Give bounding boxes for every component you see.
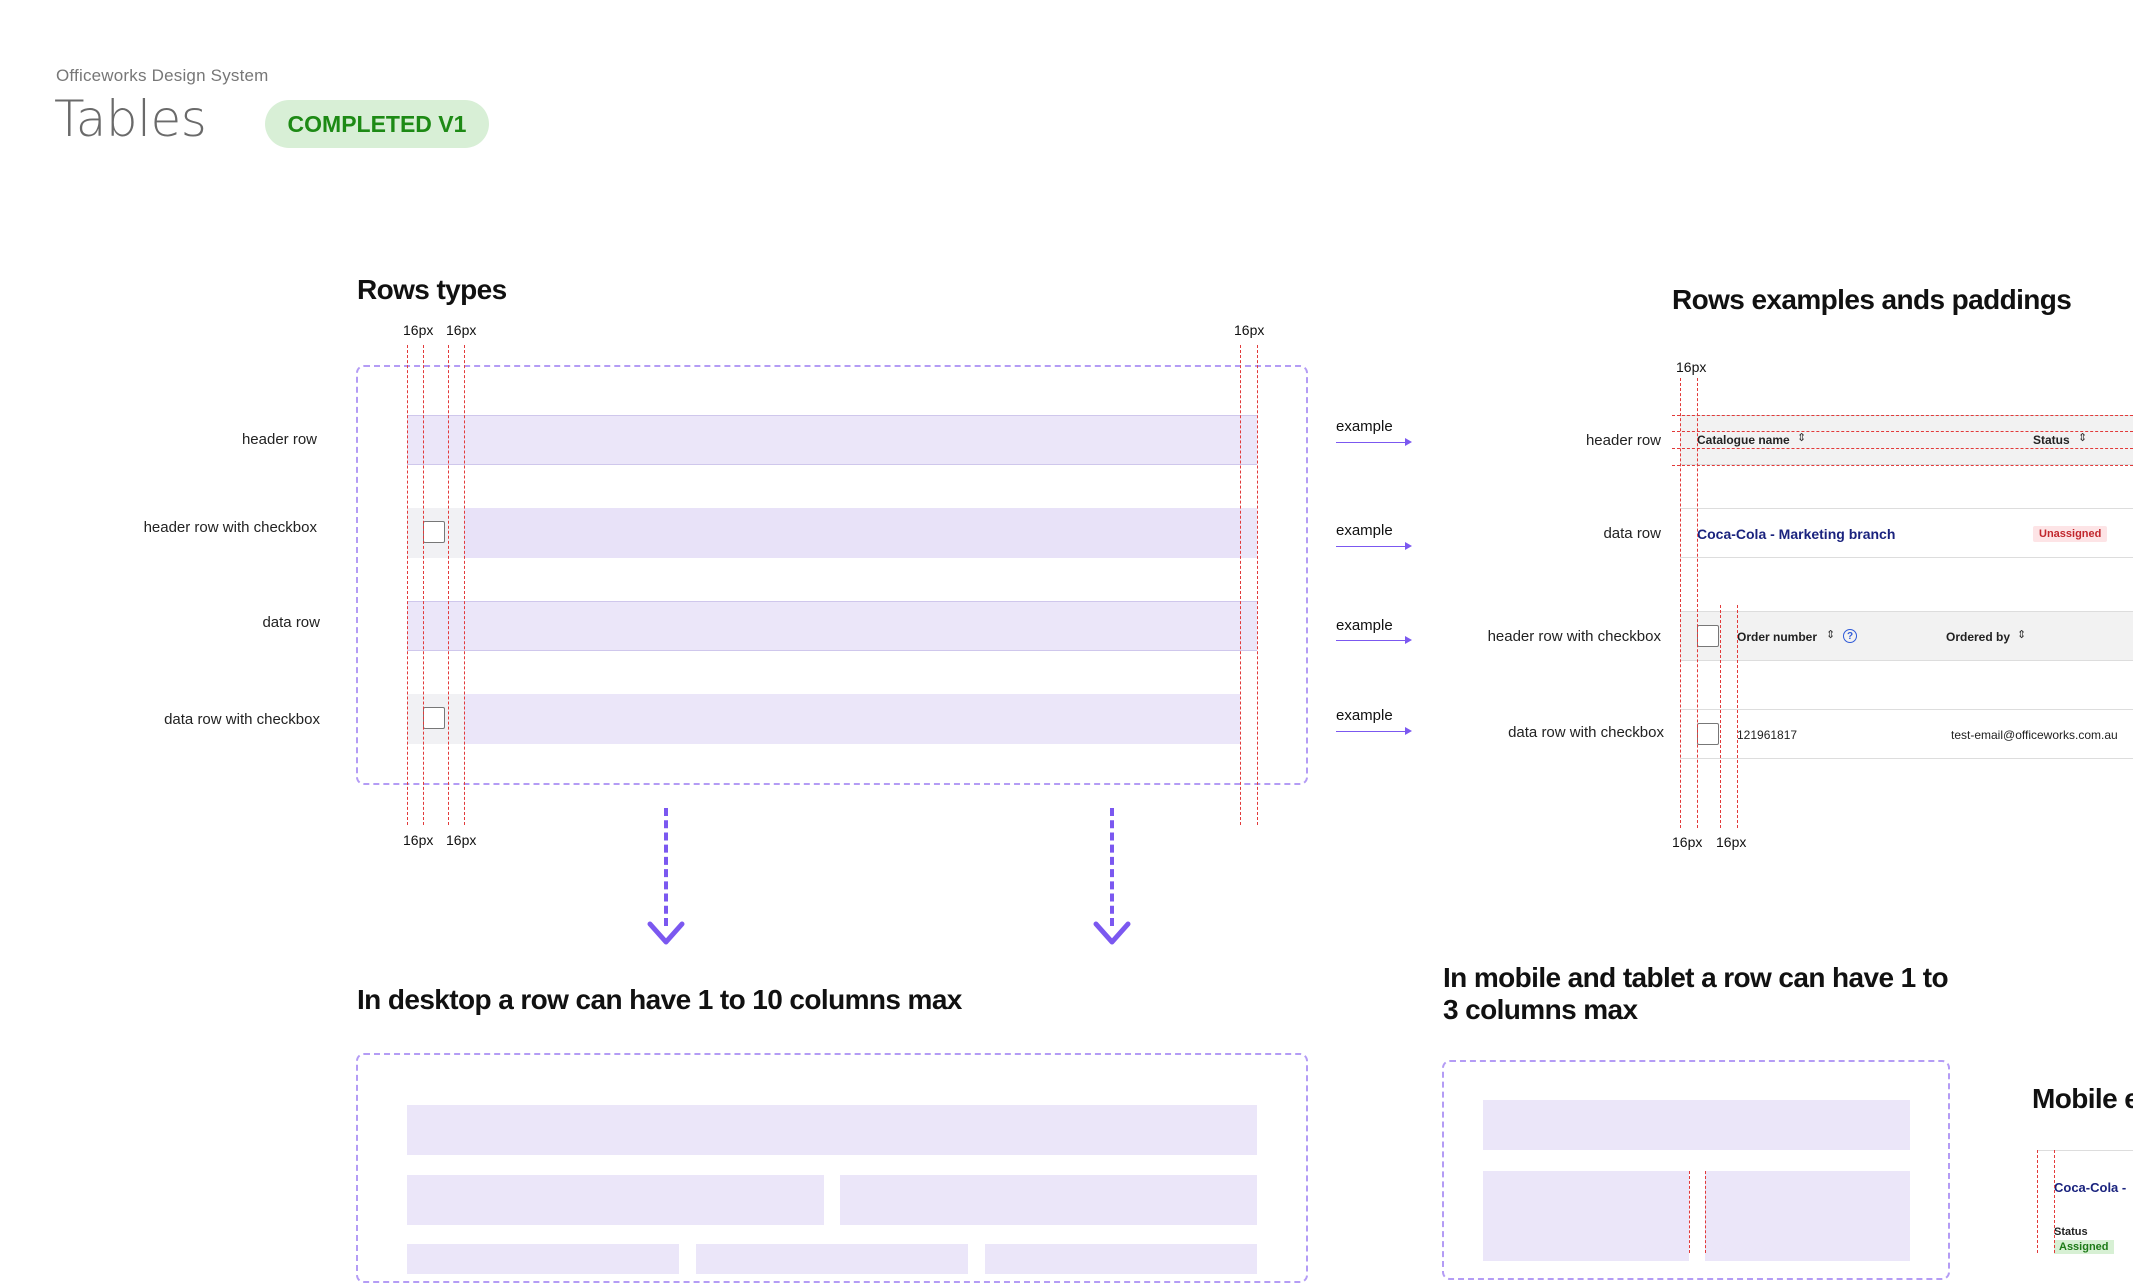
column-header-status[interactable]: Status bbox=[2033, 433, 2070, 447]
desktop-row-1-col bbox=[407, 1105, 1257, 1155]
label-header-row: header row bbox=[241, 431, 317, 448]
guide-line bbox=[423, 345, 424, 825]
guide-line bbox=[1672, 431, 2133, 432]
guide-line bbox=[1697, 378, 1698, 828]
status-label: Status bbox=[2054, 1226, 2088, 1238]
section-title-desktop: In desktop a row can have 1 to 10 column… bbox=[357, 984, 962, 1015]
label-data-row: data row bbox=[1603, 525, 1661, 542]
guide-line bbox=[2054, 1150, 2055, 1253]
guide-line bbox=[1240, 345, 1241, 825]
desktop-row-3-col bbox=[985, 1244, 1257, 1274]
spacing-label: 16px bbox=[1672, 834, 1703, 850]
status-badge: COMPLETED V1 bbox=[265, 100, 489, 148]
arrow-right-icon bbox=[1336, 546, 1406, 547]
section-title-rows-examples: Rows examples ands paddings bbox=[1672, 284, 2072, 315]
brand-name: Officeworks Design System bbox=[56, 66, 269, 85]
guide-line bbox=[1737, 605, 1738, 828]
desktop-row-2-col bbox=[407, 1175, 824, 1225]
guide-line bbox=[1720, 605, 1721, 828]
guide-line bbox=[464, 345, 465, 825]
checkbox-icon[interactable] bbox=[1697, 723, 1719, 745]
example-label: example bbox=[1336, 522, 1393, 539]
guide-line bbox=[1672, 415, 2133, 416]
order-number-cell: 121961817 bbox=[1737, 728, 1798, 742]
data-row-checkbox-sample bbox=[464, 694, 1240, 744]
checkbox-icon bbox=[423, 521, 445, 543]
header-row-sample bbox=[407, 415, 1257, 465]
sort-icon[interactable]: ⇕ bbox=[2017, 628, 2026, 641]
sort-icon[interactable]: ⇕ bbox=[2078, 431, 2087, 444]
column-header-catalogue[interactable]: Catalogue name bbox=[1697, 433, 1790, 447]
checkbox-icon bbox=[423, 707, 445, 729]
guide-line bbox=[1672, 448, 2133, 449]
status-badge: Assigned bbox=[2054, 1240, 2114, 1254]
spacing-label: 16px bbox=[446, 322, 477, 338]
desktop-row-2-col bbox=[840, 1175, 1257, 1225]
arrow-right-icon bbox=[1336, 640, 1406, 641]
email-cell: test-email@officeworks.com.au bbox=[1951, 728, 2118, 742]
desktop-row-3-col bbox=[696, 1244, 968, 1274]
spacing-label: 16px bbox=[446, 832, 477, 848]
guide-line bbox=[1705, 1171, 1706, 1253]
column-header-ordered-by[interactable]: Ordered by bbox=[1946, 630, 2010, 644]
mobile-example-card bbox=[2037, 1150, 2133, 1254]
guide-line bbox=[407, 345, 408, 825]
desktop-row-3-col bbox=[407, 1244, 679, 1274]
column-header-order-number[interactable]: Order number bbox=[1737, 630, 1817, 644]
chevron-down-icon bbox=[647, 921, 685, 945]
catalogue-link[interactable]: Coca-Cola - Marketing branch bbox=[1697, 526, 1895, 542]
arrow-down-icon bbox=[1110, 808, 1114, 926]
label-data-row: data row bbox=[262, 614, 320, 631]
checkbox-icon[interactable] bbox=[1697, 625, 1719, 647]
section-title-rows-types: Rows types bbox=[357, 274, 507, 305]
label-data-row-checkbox: data row with checkbox bbox=[1508, 724, 1664, 741]
label-header-row-checkbox: header row with checkbox bbox=[1487, 628, 1661, 645]
guide-line bbox=[2037, 1150, 2038, 1253]
guide-line bbox=[1689, 1171, 1690, 1253]
guide-line bbox=[1680, 378, 1681, 828]
mobile-row-2-col bbox=[1705, 1171, 1910, 1261]
arrow-right-icon bbox=[1336, 731, 1406, 732]
label-header-row: header row bbox=[1585, 432, 1661, 449]
example-label: example bbox=[1336, 617, 1393, 634]
guide-line bbox=[1257, 345, 1258, 825]
sort-icon[interactable]: ⇕ bbox=[1797, 431, 1806, 444]
label-header-row-checkbox: header row with checkbox bbox=[143, 519, 317, 536]
catalogue-link[interactable]: Coca-Cola - bbox=[2054, 1180, 2126, 1195]
section-title-mobile: In mobile and tablet a row can have 1 to… bbox=[1443, 962, 1949, 1025]
spacing-label: 16px bbox=[403, 832, 434, 848]
guide-line bbox=[1672, 465, 2133, 466]
arrow-right-icon bbox=[1336, 442, 1406, 443]
spacing-label: 16px bbox=[1234, 322, 1265, 338]
mobile-row-2-col bbox=[1483, 1171, 1689, 1261]
label-data-row-checkbox: data row with checkbox bbox=[164, 711, 320, 728]
example-label: example bbox=[1336, 707, 1393, 724]
example-label: example bbox=[1336, 418, 1393, 435]
data-row-sample bbox=[407, 601, 1257, 651]
help-icon[interactable]: ? bbox=[1843, 629, 1857, 643]
spacing-label: 16px bbox=[1676, 359, 1707, 375]
section-title-mobile-example: Mobile e bbox=[2032, 1083, 2133, 1114]
arrow-down-icon bbox=[664, 808, 668, 926]
status-badge: Unassigned bbox=[2033, 526, 2108, 542]
spacing-label: 16px bbox=[403, 322, 434, 338]
page-title: Tables bbox=[54, 90, 207, 148]
spacing-label: 16px bbox=[1716, 834, 1747, 850]
sort-icon[interactable]: ⇕ bbox=[1826, 628, 1835, 641]
chevron-down-icon bbox=[1093, 921, 1131, 945]
mobile-row-1-col bbox=[1483, 1100, 1910, 1150]
guide-line bbox=[448, 345, 449, 825]
